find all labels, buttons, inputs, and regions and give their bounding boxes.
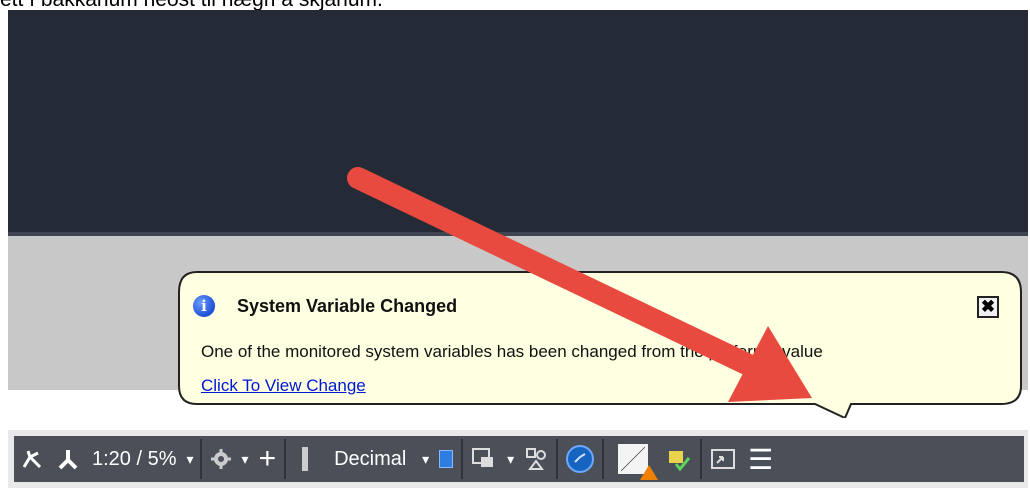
annotation-arrow (347, 167, 812, 402)
